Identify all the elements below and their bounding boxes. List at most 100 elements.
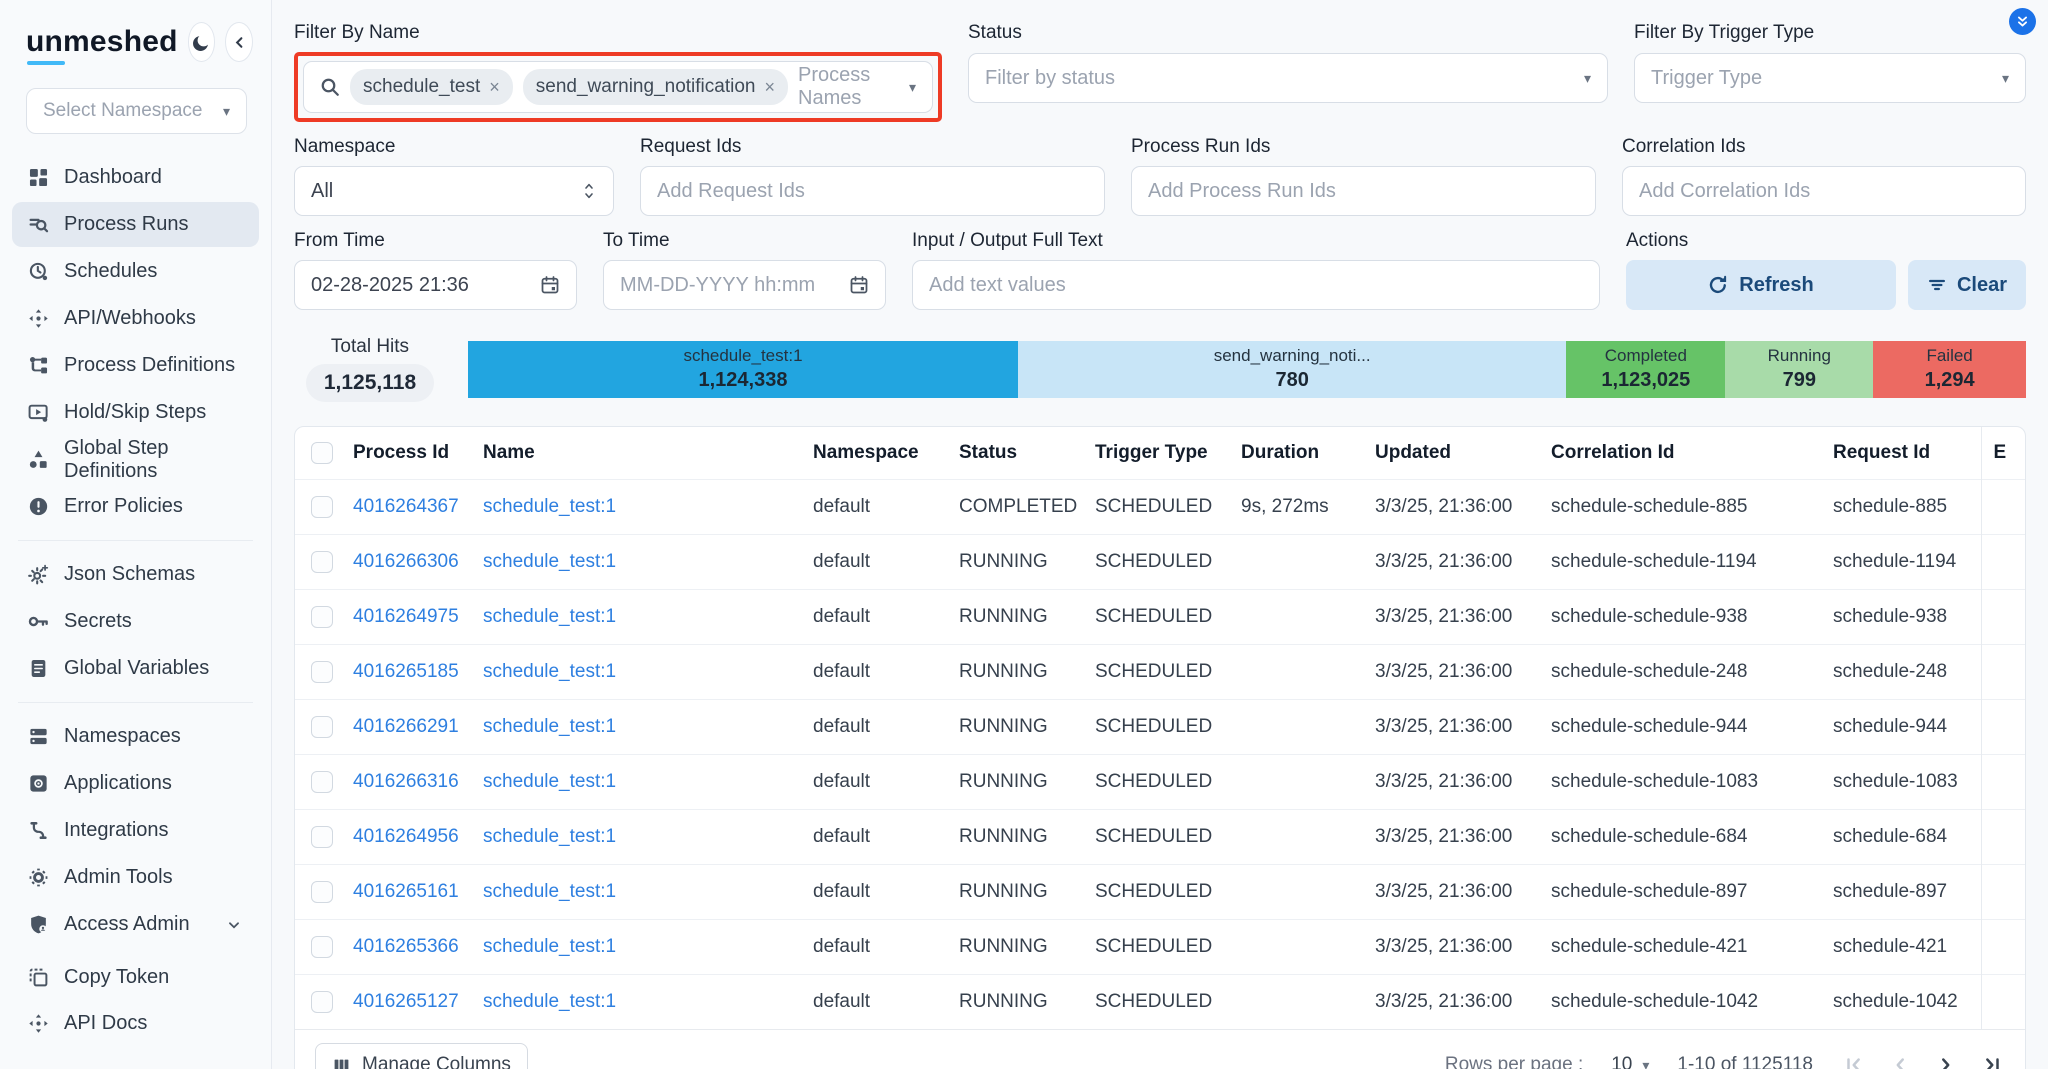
sidebar-item-json-schemas[interactable]: Json Schemas — [12, 552, 259, 597]
process-id-link[interactable]: 4016265185 — [353, 661, 459, 682]
namespace-filter-select[interactable]: All — [294, 166, 614, 216]
process-name-link[interactable]: schedule_test:1 — [483, 661, 616, 682]
sidebar-item-label: Global Variables — [64, 657, 209, 680]
from-time-input[interactable]: 02-28-2025 21:36 — [294, 260, 577, 310]
sidebar-item-global-variables[interactable]: Global Variables — [12, 646, 259, 691]
chip-remove-icon[interactable]: × — [489, 77, 500, 98]
filter-chip[interactable]: schedule_test× — [350, 69, 513, 105]
process-name-link[interactable]: schedule_test:1 — [483, 716, 616, 737]
row-checkbox[interactable] — [311, 826, 333, 848]
sidebar-item-secrets[interactable]: Secrets — [12, 599, 259, 644]
sidebar-item-schedules[interactable]: Schedules — [12, 249, 259, 294]
trigger-type-filter-input[interactable]: Trigger Type ▾ — [1634, 53, 2026, 103]
correlation-ids-placeholder: Add Correlation Ids — [1639, 180, 1810, 203]
rows-per-page-select[interactable]: 10 ▾ — [1611, 1054, 1649, 1069]
process-id-link[interactable]: 4016264956 — [353, 826, 459, 847]
hold-skip-steps-icon — [28, 402, 49, 423]
chevron-down-icon[interactable]: ▾ — [2002, 71, 2009, 85]
sidebar-item-error-policies[interactable]: Error Policies — [12, 484, 259, 529]
sidebar-item-global-step-definitions[interactable]: Global Step Definitions — [12, 437, 259, 482]
last-page-button[interactable] — [1979, 1052, 2005, 1069]
columns-icon — [332, 1056, 351, 1069]
sidebar-item-hold-skip-steps[interactable]: Hold/Skip Steps — [12, 390, 259, 435]
name-filter-placeholder: Process Names — [798, 64, 899, 110]
row-checkbox[interactable] — [311, 496, 333, 518]
process-id-link[interactable]: 4016265366 — [353, 936, 459, 957]
pagination: Rows per page : 10 ▾ 1-10 of 1125118 — [1445, 1052, 2005, 1069]
calendar-icon[interactable] — [849, 275, 869, 295]
process-id-link[interactable]: 4016266291 — [353, 716, 459, 737]
column-header-updated: Updated — [1363, 427, 1539, 479]
sidebar-divider — [18, 702, 253, 703]
chip-remove-icon[interactable]: × — [764, 77, 775, 98]
row-checkbox[interactable] — [311, 716, 333, 738]
row-checkbox[interactable] — [311, 881, 333, 903]
cell-duration — [1229, 974, 1363, 1029]
process-name-link[interactable]: schedule_test:1 — [483, 606, 616, 627]
process-name-link[interactable]: schedule_test:1 — [483, 771, 616, 792]
cell-trigger-type: SCHEDULED — [1083, 754, 1229, 809]
select-all-checkbox[interactable] — [311, 442, 333, 464]
cell-updated: 3/3/25, 21:36:00 — [1363, 479, 1539, 534]
process-name-link[interactable]: schedule_test:1 — [483, 496, 616, 517]
row-checkbox[interactable] — [311, 551, 333, 573]
sidebar-item-integrations[interactable]: Integrations — [12, 808, 259, 853]
sidebar-item-api-webhooks[interactable]: API/Webhooks — [12, 296, 259, 341]
full-text-input[interactable]: Add text values — [912, 260, 1600, 310]
row-checkbox[interactable] — [311, 606, 333, 628]
sidebar-item-access-admin[interactable]: Access Admin — [12, 902, 259, 947]
sidebar-item-applications[interactable]: Applications — [12, 761, 259, 806]
process-name-link[interactable]: schedule_test:1 — [483, 826, 616, 847]
clear-button[interactable]: Clear — [1908, 260, 2026, 310]
correlation-ids-input[interactable]: Add Correlation Ids — [1622, 166, 2026, 216]
manage-columns-button[interactable]: Manage Columns — [315, 1043, 528, 1069]
prev-page-button[interactable] — [1887, 1052, 1913, 1069]
name-filter-input[interactable]: schedule_test× send_warning_notification×… — [303, 61, 933, 113]
sidebar-item-admin-tools[interactable]: Admin Tools — [12, 855, 259, 900]
request-ids-input[interactable]: Add Request Ids — [640, 166, 1105, 216]
process-id-link[interactable]: 4016264367 — [353, 496, 459, 517]
sidebar-item-api-docs[interactable]: API Docs — [12, 1001, 259, 1046]
process-run-ids-input[interactable]: Add Process Run Ids — [1131, 166, 1596, 216]
hits-segment-failed: Failed1,294 — [1873, 341, 2026, 398]
process-id-link[interactable]: 4016266306 — [353, 551, 459, 572]
sidebar-item-process-definitions[interactable]: Process Definitions — [12, 343, 259, 388]
chevron-down-icon[interactable]: ▾ — [1584, 71, 1591, 85]
global-variables-icon — [28, 658, 49, 679]
process-name-link[interactable]: schedule_test:1 — [483, 936, 616, 957]
sidebar-item-namespaces[interactable]: Namespaces — [12, 714, 259, 759]
calendar-icon[interactable] — [540, 275, 560, 295]
dark-mode-toggle[interactable] — [188, 22, 216, 62]
sidebar-item-dashboard[interactable]: Dashboard — [12, 155, 259, 200]
row-checkbox[interactable] — [311, 771, 333, 793]
process-id-link[interactable]: 4016266316 — [353, 771, 459, 792]
sidebar-item-copy-token[interactable]: Copy Token — [12, 955, 259, 1000]
sidebar-item-process-runs[interactable]: Process Runs — [12, 202, 259, 247]
row-checkbox[interactable] — [311, 936, 333, 958]
row-checkbox[interactable] — [311, 661, 333, 683]
refresh-button[interactable]: Refresh — [1626, 260, 1896, 310]
process-name-link[interactable]: schedule_test:1 — [483, 991, 616, 1012]
cell-namespace: default — [801, 974, 947, 1029]
row-checkbox[interactable] — [311, 991, 333, 1013]
sidebar-collapse-button[interactable] — [225, 22, 253, 62]
process-id-link[interactable]: 4016265127 — [353, 991, 459, 1012]
namespace-select[interactable]: Select Namespace ▾ — [26, 88, 247, 134]
process-name-link[interactable]: schedule_test:1 — [483, 551, 616, 572]
filter-chip[interactable]: send_warning_notification× — [523, 69, 788, 105]
process-id-link[interactable]: 4016265161 — [353, 881, 459, 902]
checkbox-cell — [295, 699, 341, 754]
cell-request-id: schedule-1083 — [1821, 754, 1981, 809]
chevron-down-icon[interactable]: ▾ — [909, 80, 916, 94]
process-id-link[interactable]: 4016264975 — [353, 606, 459, 627]
logo-wrap: unmeshed — [26, 25, 178, 59]
from-time-field: From Time 02-28-2025 21:36 — [294, 230, 577, 310]
next-page-button[interactable] — [1933, 1052, 1959, 1069]
actions-label: Actions — [1626, 230, 2026, 252]
collapse-filters-badge[interactable] — [2009, 8, 2036, 35]
process-name-link[interactable]: schedule_test:1 — [483, 881, 616, 902]
first-page-button[interactable] — [1841, 1052, 1867, 1069]
to-time-input[interactable]: MM-DD-YYYY hh:mm — [603, 260, 886, 310]
status-filter-input[interactable]: Filter by status ▾ — [968, 53, 1608, 103]
table-row: 4016265185schedule_test:1defaultRUNNINGS… — [295, 644, 2025, 699]
